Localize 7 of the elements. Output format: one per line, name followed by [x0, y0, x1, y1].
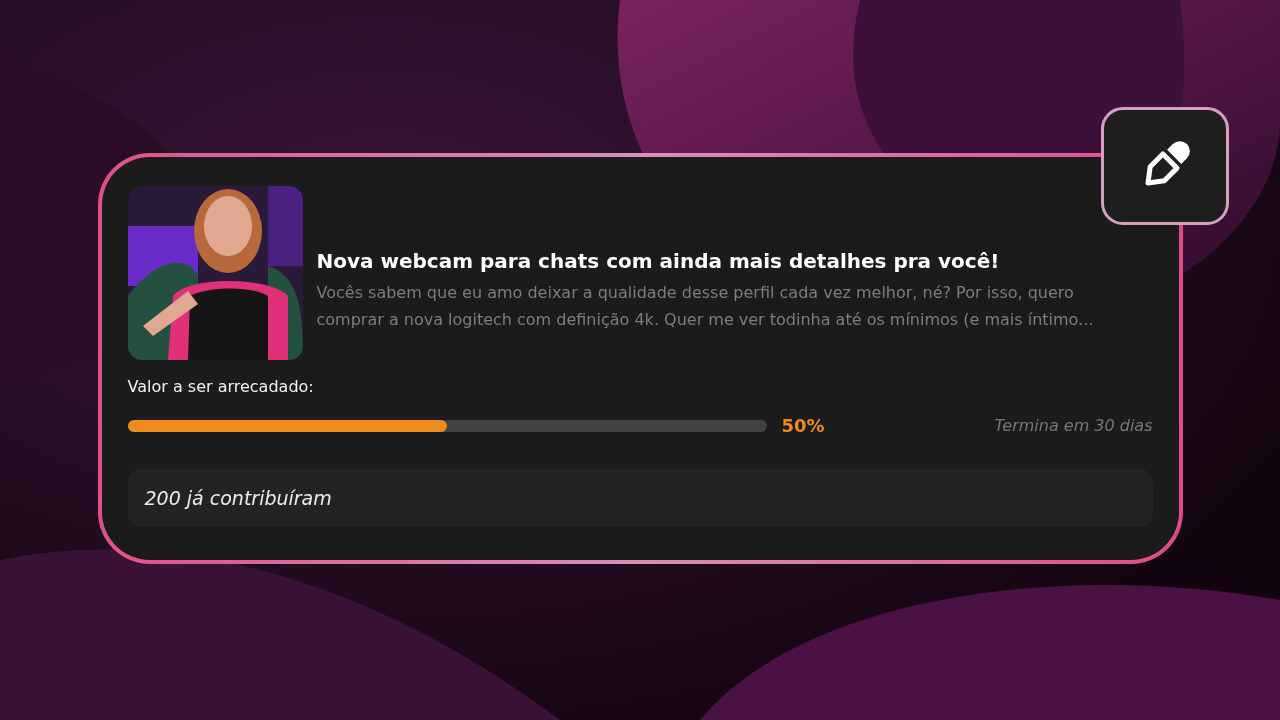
end-date: Termina em 30 dias — [994, 416, 1153, 435]
progress-percent: 50% — [781, 415, 825, 436]
edit-button[interactable] — [1100, 107, 1229, 225]
campaign-title: Nova webcam para chats com ainda mais detalhes pra você! — [316, 249, 1001, 273]
contributors-count: 200 já contribuíram — [127, 469, 1153, 527]
campaign-description: Vocês sabem que eu amo deixar a qualidade desse perfil cada vez melhor, né? Por isso, quero comprar a nova logitech com definição 4k. Quer me ver todinha até os mínimos (e mais íntimo... — [316, 282, 1095, 331]
goal-label: Valor a ser arrecadado: — [127, 377, 315, 396]
